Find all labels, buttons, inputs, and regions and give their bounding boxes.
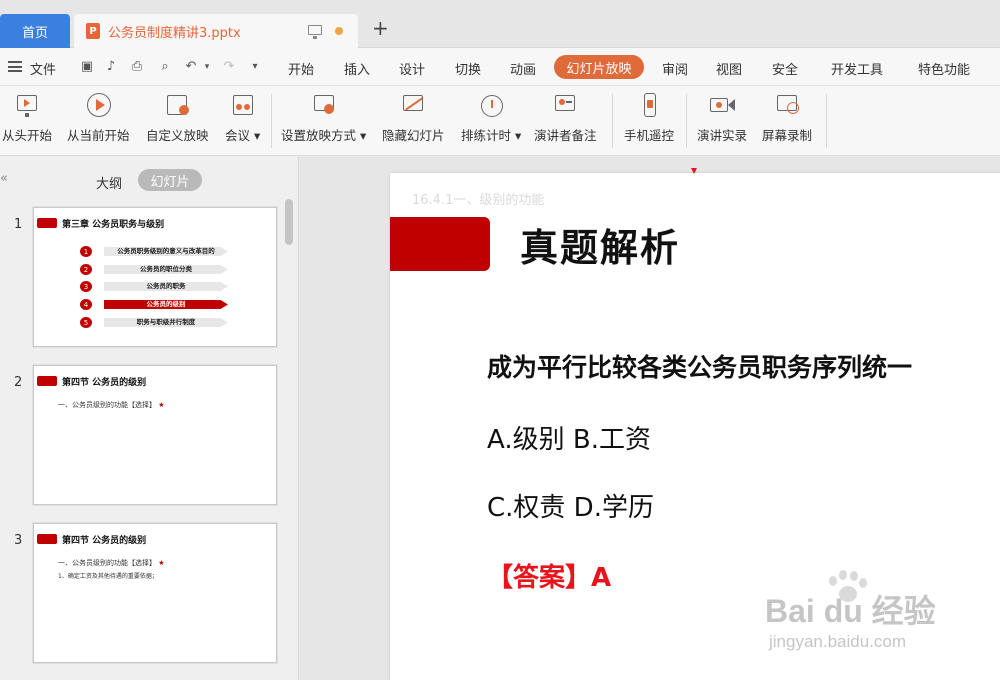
- toc-item: 4 公务员的级别: [80, 299, 228, 310]
- stopwatch-icon: [477, 92, 505, 118]
- screen-record-label: 屏幕录制: [762, 128, 813, 143]
- thumb-text: 一、公务员级别的功能【选择】 ★: [58, 401, 165, 409]
- tab-outline[interactable]: 大纲: [96, 173, 122, 192]
- from-beginning-button[interactable]: 从头开始: [2, 92, 52, 150]
- screen-record-button[interactable]: 屏幕录制: [762, 92, 812, 150]
- print-preview-icon[interactable]: ⌕: [158, 60, 172, 74]
- screen-record-icon: [773, 92, 801, 118]
- quick-access-dropdown-icon[interactable]: ▾: [248, 60, 262, 74]
- tab-home[interactable]: 首页: [0, 14, 70, 48]
- thumb-red-tag: [37, 376, 57, 386]
- setup-show-label: 设置放映方式 ▾: [281, 128, 367, 143]
- tab-slides[interactable]: 幻灯片: [138, 169, 202, 191]
- thumb-text: 1、确定工资及其他待遇的重要依据；: [58, 573, 158, 580]
- lecture-record-label: 演讲实录: [697, 128, 748, 143]
- hamburger-menu-icon[interactable]: [8, 61, 22, 72]
- slide-number: 3: [14, 533, 23, 548]
- hide-slide-button[interactable]: 隐藏幻灯片: [382, 92, 445, 150]
- video-camera-icon: [708, 92, 736, 118]
- slideshow-start-icon: [13, 92, 41, 118]
- setup-show-button[interactable]: 设置放映方式 ▾: [281, 92, 366, 150]
- file-menu[interactable]: 文件: [30, 59, 56, 78]
- slide-number: 1: [14, 217, 23, 232]
- toc-item: 1 公务员职务级别的意义与改革目的: [80, 246, 228, 257]
- collapse-pane-icon[interactable]: «: [0, 171, 8, 186]
- ppt-file-icon: P: [86, 23, 100, 39]
- phone-remote-button[interactable]: 手机遥控: [624, 92, 674, 150]
- print-icon[interactable]: ⎙: [130, 60, 144, 74]
- slide-thumbnail-pane: « 大纲 幻灯片 1 第三章 公务员职务与级别 1 公务员职务级别的意义与改革目的…: [0, 157, 299, 680]
- rehearse-timing-button[interactable]: 排练计时 ▾: [461, 92, 521, 150]
- menu-design[interactable]: 设计: [399, 59, 425, 78]
- custom-show-button[interactable]: 自定义放映: [146, 92, 209, 150]
- lecture-record-button[interactable]: 演讲实录: [697, 92, 747, 150]
- meeting-button[interactable]: 会议 ▾: [225, 92, 260, 150]
- from-current-label: 从当前开始: [67, 128, 130, 143]
- thumb-text: 一、公务员级别的功能【选择】 ★: [58, 559, 165, 567]
- baidu-jingyan-watermark: Bai du 经验 jingyan.baidu.com: [765, 568, 985, 668]
- menu-start[interactable]: 开始: [288, 59, 314, 78]
- menu-security[interactable]: 安全: [772, 59, 798, 78]
- monitor-icon[interactable]: [308, 25, 322, 39]
- slide-title[interactable]: 真题解析: [520, 217, 680, 272]
- slide-thumbnail-1[interactable]: 第三章 公务员职务与级别 1 公务员职务级别的意义与改革目的 2 公务员的职位分类 …: [33, 207, 277, 347]
- rehearse-timing-label: 排练计时 ▾: [461, 128, 522, 143]
- slide-thumbnail-2[interactable]: 第四节 公务员的级别 一、公务员级别的功能【选择】 ★: [33, 365, 277, 505]
- undo-dropdown-icon[interactable]: ▾: [200, 60, 214, 74]
- slide-option-line-2[interactable]: C.权责 D.学历: [487, 487, 654, 524]
- menu-slideshow[interactable]: 幻灯片放映: [554, 55, 644, 79]
- new-tab-plus-icon[interactable]: +: [372, 18, 389, 38]
- watermark-logo-text: Bai du 经验: [765, 593, 936, 629]
- from-current-button[interactable]: 从当前开始: [67, 92, 130, 150]
- slide-faded-heading: 16.4.1一、级别的功能: [412, 193, 545, 208]
- thumb-title: 第四节 公务员的级别: [62, 536, 147, 546]
- thumb-title: 第三章 公务员职务与级别: [62, 220, 165, 230]
- hide-slide-icon: [399, 92, 427, 118]
- slide-option-line-1[interactable]: A.级别 B.工资: [487, 419, 651, 456]
- meeting-icon: [229, 92, 257, 118]
- menu-review[interactable]: 审阅: [662, 59, 688, 78]
- play-circle-icon: [84, 92, 112, 118]
- meeting-label: 会议 ▾: [225, 128, 261, 143]
- slide-red-tag: [390, 217, 490, 271]
- unsaved-dot-icon: [335, 27, 343, 35]
- phone-remote-icon: [635, 92, 663, 118]
- custom-show-icon: [163, 92, 191, 118]
- document-title: 公务员制度精讲3.pptx: [108, 25, 241, 41]
- setup-show-icon: [310, 92, 338, 118]
- custom-show-label: 自定义放映: [146, 128, 209, 143]
- thumb-title: 第四节 公务员的级别: [62, 378, 147, 388]
- speaker-notes-button[interactable]: 演讲者备注: [534, 92, 597, 150]
- menu-insert[interactable]: 插入: [344, 59, 370, 78]
- redo-icon[interactable]: ↷: [222, 60, 236, 74]
- tab-bar: 首页 P 公务员制度精讲3.pptx +: [0, 0, 1000, 48]
- toc-item: 3 公务员的职务: [80, 281, 228, 292]
- slide-answer[interactable]: 【答案】A: [487, 557, 611, 594]
- slide-number: 2: [14, 375, 23, 390]
- pane-scrollbar[interactable]: [285, 199, 293, 245]
- menu-developer-tools[interactable]: 开发工具: [831, 59, 883, 78]
- hide-slide-label: 隐藏幻灯片: [382, 128, 445, 143]
- menu-view[interactable]: 视图: [716, 59, 742, 78]
- watermark-url: jingyan.baidu.com: [769, 632, 907, 651]
- phone-remote-label: 手机遥控: [624, 128, 675, 143]
- format-painter-icon[interactable]: ♪: [104, 60, 118, 74]
- slide-question[interactable]: 成为平行比较各类公务员职务序列统一: [487, 348, 912, 384]
- menu-special-features[interactable]: 特色功能: [918, 59, 970, 78]
- undo-icon[interactable]: ↶: [184, 60, 198, 74]
- toc-item: 5 职务与职级并行制度: [80, 317, 228, 328]
- menu-transition[interactable]: 切换: [455, 59, 481, 78]
- menu-animation[interactable]: 动画: [510, 59, 536, 78]
- speaker-notes-icon: [551, 92, 579, 118]
- ribbon-toolbar: 从头开始 从当前开始 自定义放映 会议 ▾ 设置放映方式 ▾ 隐藏幻灯片 排练计…: [0, 86, 1000, 156]
- save-icon[interactable]: ▣: [80, 60, 94, 74]
- speaker-notes-label: 演讲者备注: [534, 128, 597, 143]
- toc-item: 2 公务员的职位分类: [80, 264, 228, 275]
- slide-thumbnail-3[interactable]: 第四节 公务员的级别 一、公务员级别的功能【选择】 ★ 1、确定工资及其他待遇的…: [33, 523, 277, 663]
- from-beginning-label: 从头开始: [2, 128, 53, 143]
- thumb-red-tag: [37, 534, 57, 544]
- menu-row: 文件 ▣ ♪ ⎙ ⌕ ↶ ▾ ↷ ▾ 开始 插入 设计 切换 动画 幻灯片放映 …: [0, 48, 1000, 86]
- tab-document[interactable]: P 公务员制度精讲3.pptx: [74, 14, 358, 48]
- thumb-red-tag: [37, 218, 57, 228]
